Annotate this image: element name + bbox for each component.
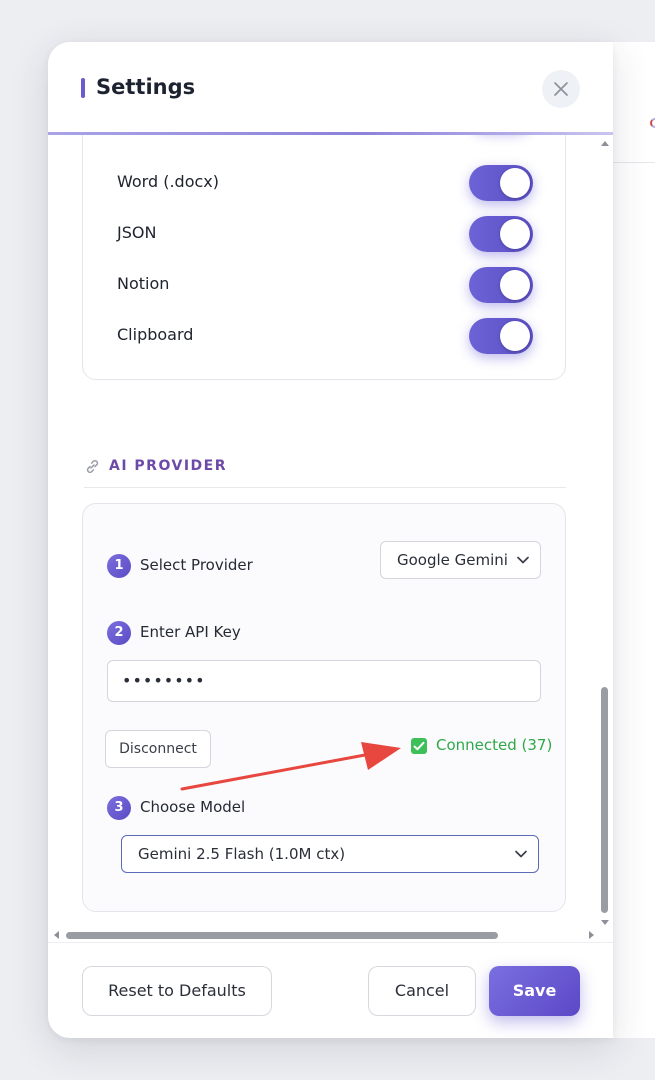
settings-content: Word (.docx) JSON Notion Clipboard AI PR… [48, 135, 613, 935]
clipboard-toggle[interactable] [469, 318, 533, 354]
save-button[interactable]: Save [489, 966, 580, 1016]
ai-provider-section-title: AI PROVIDER [109, 458, 227, 474]
toggle-row-notion: Notion [117, 267, 567, 303]
link-icon [86, 460, 99, 473]
notion-toggle[interactable] [469, 267, 533, 303]
toggle-label-clipboard: Clipboard [117, 325, 194, 344]
close-icon [554, 82, 568, 96]
toggle-label-json: JSON [117, 223, 157, 242]
scroll-down-arrow-icon[interactable] [600, 917, 610, 927]
settings-dialog: Settings Word (.docx) JSON Notion Clipbo… [48, 42, 613, 1038]
scroll-up-arrow-icon[interactable] [600, 139, 610, 149]
background-divider [613, 162, 655, 163]
scroll-right-arrow-icon[interactable] [586, 930, 596, 940]
scroll-left-arrow-icon[interactable] [52, 930, 62, 940]
ai-provider-heading: AI PROVIDER [84, 458, 566, 488]
cancel-button[interactable]: Cancel [368, 966, 476, 1016]
ai-provider-card: 1 Select Provider Google Gemini 2 Enter … [82, 503, 566, 912]
reset-to-defaults-button[interactable]: Reset to Defaults [82, 966, 272, 1016]
vertical-scrollbar[interactable] [597, 135, 613, 935]
vertical-scroll-thumb[interactable] [601, 687, 608, 913]
export-options-card: Word (.docx) JSON Notion Clipboard [82, 135, 566, 380]
toggle-knob [500, 321, 530, 351]
toggle-knob [500, 168, 530, 198]
annotation-arrow [180, 742, 401, 791]
toggle-row-json: JSON [117, 216, 567, 252]
dialog-footer: Reset to Defaults Cancel Save [48, 942, 613, 1038]
background-spinner-icon [650, 118, 655, 128]
dialog-title: Settings [96, 75, 196, 99]
toggle-row-clipboard: Clipboard [117, 318, 567, 354]
json-toggle[interactable] [469, 216, 533, 252]
toggle-knob [500, 270, 530, 300]
toggle-row-word: Word (.docx) [117, 165, 567, 201]
toggle-label-word: Word (.docx) [117, 172, 219, 191]
word-toggle[interactable] [469, 165, 533, 201]
toggle-knob [500, 219, 530, 249]
horizontal-scroll-thumb[interactable] [66, 932, 498, 939]
dialog-header: Settings [48, 42, 613, 134]
close-button[interactable] [542, 70, 580, 108]
title-accent-bar [81, 78, 85, 98]
toggle-label-notion: Notion [117, 274, 170, 293]
horizontal-scrollbar[interactable] [48, 927, 597, 943]
